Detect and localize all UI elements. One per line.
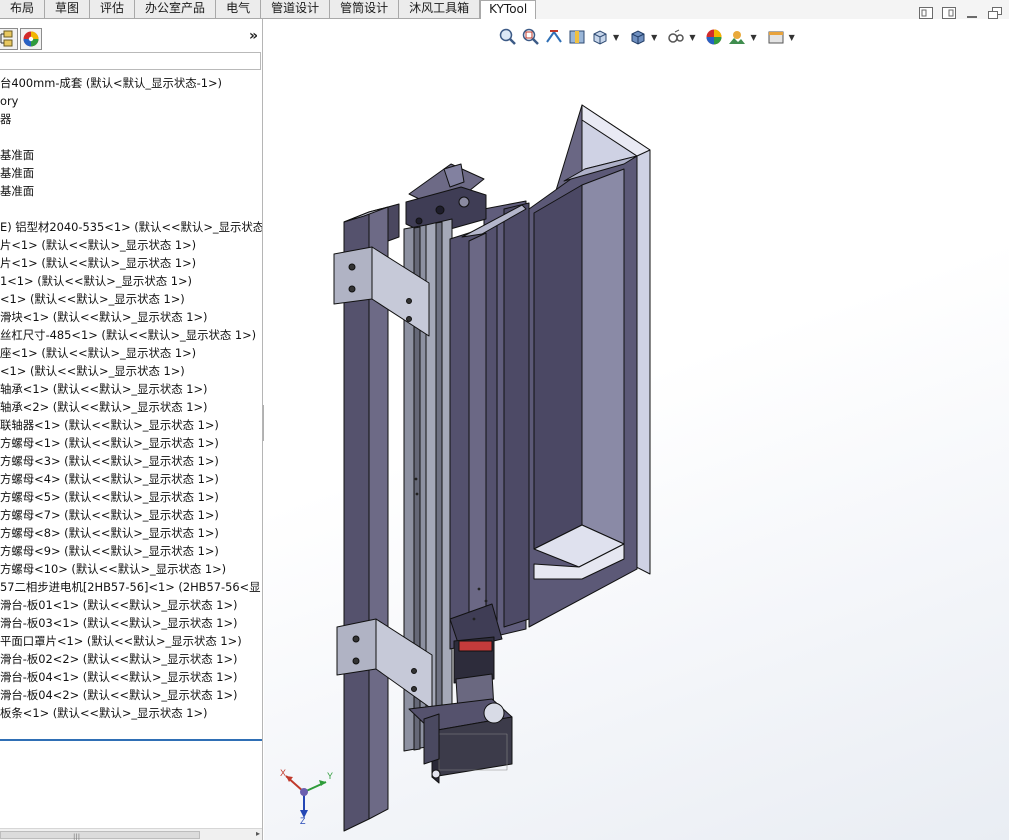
reference-triad: X Y Z [280,768,333,824]
tree-item[interactable]: 板条<1> (默认<<默认>_显示状态 1>) [0,704,262,722]
tree-item[interactable]: 方螺母<1> (默认<<默认>_显示状态 1>) [0,434,262,452]
tree-item[interactable]: ory [0,92,262,110]
triad-z-label: Z [300,816,306,824]
tree-item[interactable]: 器 [0,110,262,128]
appearance-manager-icon [23,31,39,47]
tree-item[interactable]: 方螺母<4> (默认<<默认>_显示状态 1>) [0,470,262,488]
tree-item[interactable]: 滑台-板04<1> (默认<<默认>_显示状态 1>) [0,668,262,686]
tree-item[interactable]: 滑台-板01<1> (默认<<默认>_显示状态 1>) [0,596,262,614]
cad-model-view[interactable] [264,19,1009,840]
tab-4[interactable]: 电气 [216,0,262,19]
tree-item[interactable]: 座<1> (默认<<默认>_显示状态 1>) [0,344,262,362]
tree-item[interactable] [0,200,262,218]
tree-item[interactable]: 57二相步进电机[2HB57-56]<1> (2HB57-56<显 [0,578,262,596]
feature-manager-panel: » 台400mm-成套 (默认<默认_显示状态-1>) ory 器基准面 基准面 基准面… [0,19,263,840]
tab-1[interactable]: 草图 [45,0,91,19]
scrollbar-grip-icon: ||| [73,833,81,840]
tree-item[interactable]: 滑块<1> (默认<<默认>_显示状态 1>) [0,308,262,326]
scroll-right-arrow-icon[interactable]: ▸ [256,829,260,838]
tree-item[interactable]: <1> (默认<<默认>_显示状态 1>) [0,362,262,380]
command-manager-tabs: 布局 草图 评估 办公室产品 电气 管道设计 管筒设计 沐风工具箱 KYTool [0,0,1009,21]
tile-right-icon[interactable] [941,6,957,20]
configuration-manager-icon [0,30,13,47]
aluminium-profile[interactable] [343,211,370,832]
tree-item[interactable] [0,128,262,146]
graphics-area[interactable]: ▼ ▼ ▼ ▼ ▼ X Y Z [264,19,1009,840]
window-controls [918,6,1003,20]
tab-strip: 布局 草图 评估 办公室产品 电气 管道设计 管筒设计 沐风工具箱 KYTool [0,0,537,21]
tree-item[interactable]: 方螺母<9> (默认<<默认>_显示状态 1>) [0,542,262,560]
tree-item[interactable]: 轴承<1> (默认<<默认>_显示状态 1>) [0,380,262,398]
feature-tree: 台400mm-成套 (默认<默认_显示状态-1>) ory 器基准面 基准面 基准面 E)… [0,74,262,722]
tree-item[interactable]: 滑台-板02<2> (默认<<默认>_显示状态 1>) [0,650,262,668]
tree-divider [0,739,262,741]
tile-left-icon[interactable] [918,6,934,20]
tree-item[interactable]: 片<1> (默认<<默认>_显示状态 1>) [0,254,262,272]
tree-item[interactable]: 基准面 [0,182,262,200]
tab-8[interactable]: KYTool [480,0,537,21]
tree-item[interactable]: E) 铝型材2040-535<1> (默认<<默认>_显示状态 [0,218,262,236]
tree-item[interactable]: 方螺母<10> (默认<<默认>_显示状态 1>) [0,560,262,578]
tree-item[interactable]: 1<1> (默认<<默认>_显示状态 1>) [0,272,262,290]
tree-item[interactable]: 平面口罩片<1> (默认<<默认>_显示状态 1>) [0,632,262,650]
scrollbar-thumb[interactable]: ||| [0,831,200,840]
minimize-icon[interactable] [964,6,980,20]
tree-item[interactable]: 台400mm-成套 (默认<默认_显示状态-1>) [0,74,262,92]
restore-icon[interactable] [987,6,1003,20]
triad-x-label: X [280,768,286,778]
tree-item[interactable]: 片<1> (默认<<默认>_显示状态 1>) [0,236,262,254]
tree-item[interactable]: 方螺母<3> (默认<<默认>_显示状态 1>) [0,452,262,470]
appearance-manager-tab[interactable] [20,28,42,50]
tab-5[interactable]: 管道设计 [261,0,331,19]
lower-bracket[interactable] [336,618,377,676]
tree-item[interactable]: 联轴器<1> (默认<<默认>_显示状态 1>) [0,416,262,434]
horizontal-scrollbar[interactable]: ||| ▸ [0,828,262,840]
tab-6[interactable]: 管筒设计 [330,0,400,19]
tree-item[interactable]: 方螺母<7> (默认<<默认>_显示状态 1>) [0,506,262,524]
tree-item[interactable]: 丝杠尺寸-485<1> (默认<<默认>_显示状态 1>) [0,326,262,344]
expand-panel-button[interactable]: » [249,28,258,44]
tree-item[interactable]: 轴承<2> (默认<<默认>_显示状态 1>) [0,398,262,416]
triad-y-label: Y [327,771,333,781]
tree-item[interactable]: 方螺母<8> (默认<<默认>_显示状态 1>) [0,524,262,542]
tab-2[interactable]: 评估 [90,0,136,19]
tab-0[interactable]: 布局 [0,0,46,19]
tree-item[interactable]: 基准面 [0,164,262,182]
configuration-manager-tab[interactable] [0,28,18,50]
tab-3[interactable]: 办公室产品 [135,0,217,19]
tree-item[interactable]: 基准面 [0,146,262,164]
tree-item[interactable]: 滑台-板04<2> (默认<<默认>_显示状态 1>) [0,686,262,704]
panel-toolbar: » [0,26,262,51]
upper-bracket[interactable] [333,246,373,305]
tree-item[interactable]: 方螺母<5> (默认<<默认>_显示状态 1>) [0,488,262,506]
tree-item[interactable]: 滑台-板03<1> (默认<<默认>_显示状态 1>) [0,614,262,632]
tree-filter-input[interactable] [0,52,261,70]
tree-item[interactable]: <1> (默认<<默认>_显示状态 1>) [0,290,262,308]
tab-7[interactable]: 沐风工具箱 [399,0,481,19]
